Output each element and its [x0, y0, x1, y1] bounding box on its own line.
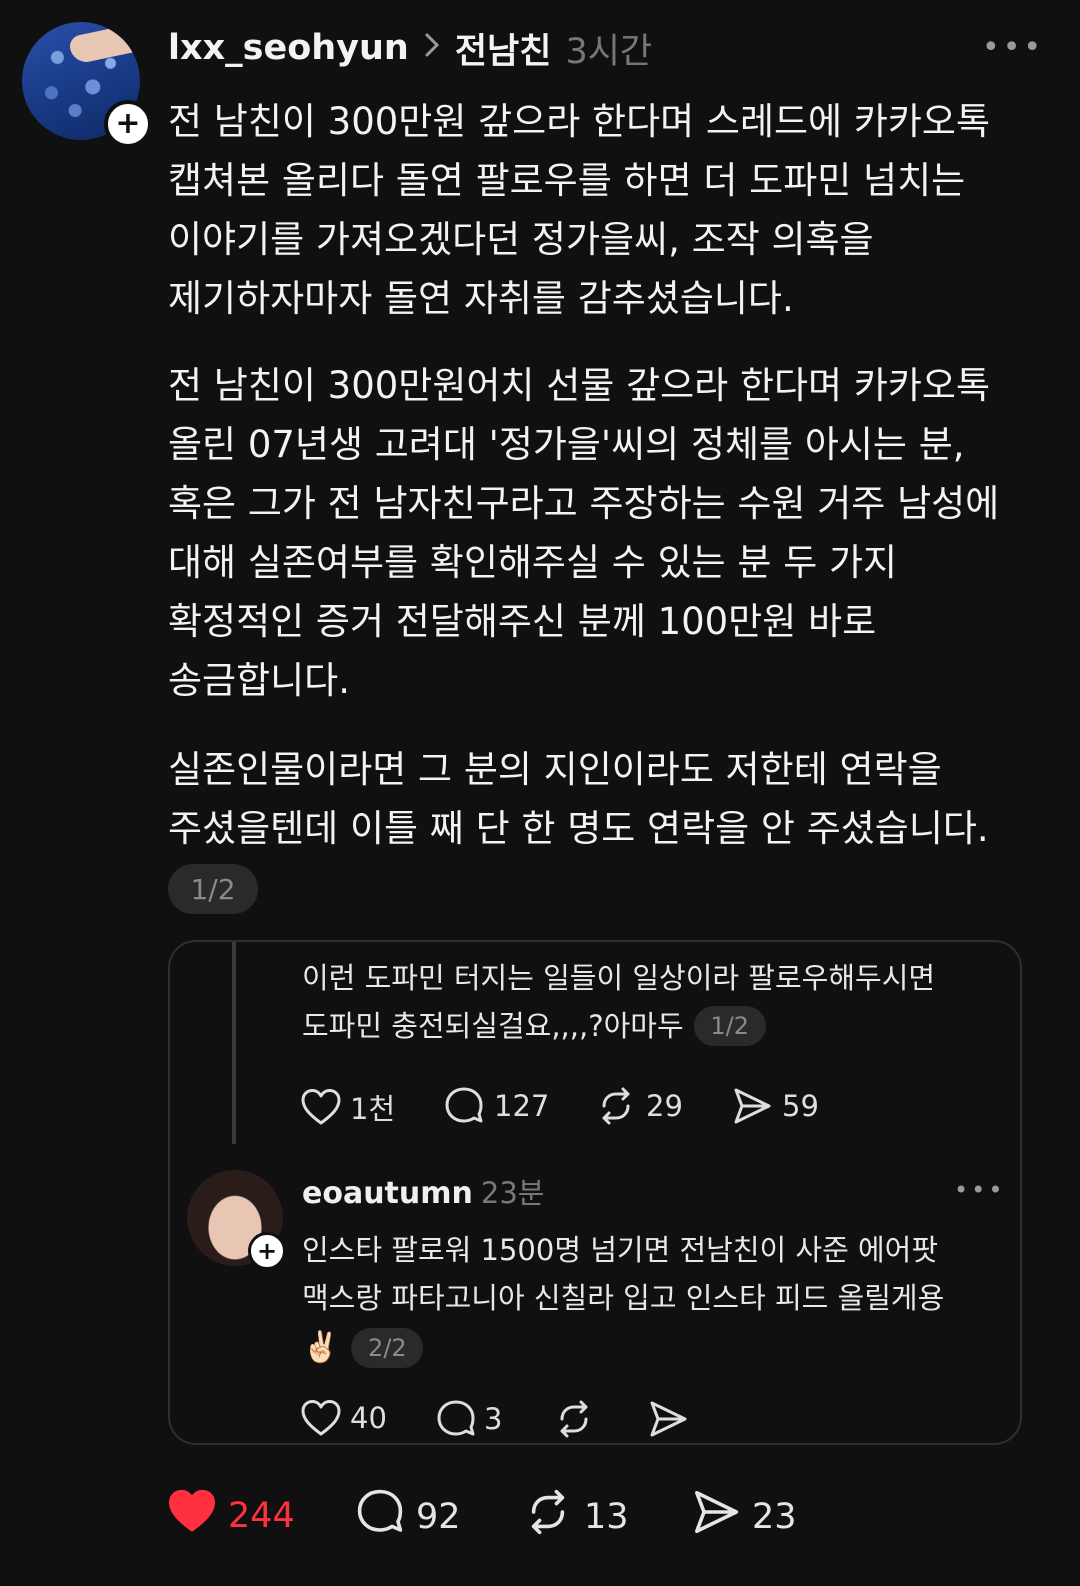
- text-line: 이야기를 가져오겠다던 정가을씨, 조작 의혹을: [168, 218, 874, 261]
- chevron-right-icon: [423, 32, 441, 65]
- comment-count: 92: [416, 1496, 461, 1537]
- reply-header: eoautumn 23분: [302, 1170, 544, 1212]
- heart-icon: [300, 1088, 342, 1126]
- text-line: 인스타 팔로워 1500명 넘기면 전남친이 사준 에어팟: [302, 1233, 939, 1267]
- send-icon: [692, 1488, 740, 1545]
- comment-icon: [436, 1399, 476, 1439]
- repost-count: 29: [646, 1089, 683, 1123]
- like-count: 1천: [350, 1092, 396, 1126]
- post-paragraph-1: 전 남친이 300만원 갚으라 한다며 스레드에 카카오톡 캡쳐본 올리다 돌연…: [168, 92, 1038, 328]
- topic-tag[interactable]: 전남친: [455, 23, 552, 74]
- repost-icon: [596, 1086, 636, 1126]
- text-line: 제기하자마자 돌연 자취를 감추셨습니다.: [168, 277, 794, 320]
- post-comment-button[interactable]: 92: [356, 1488, 461, 1545]
- reply-time: 23분: [480, 1176, 545, 1210]
- comment-icon: [444, 1086, 484, 1126]
- send-icon: [732, 1086, 772, 1126]
- quote-like-button[interactable]: 1천: [300, 1086, 395, 1128]
- repost-icon: [554, 1399, 594, 1439]
- quote-text: 이런 도파민 터지는 일들이 일상이라 팔로우해두시면 도파민 충전되실걸요,,…: [302, 954, 935, 1050]
- share-count: 23: [752, 1496, 797, 1537]
- post-header: lxx_seohyun 전남친 3시간: [168, 24, 652, 72]
- page-indicator: 1/2: [693, 1006, 766, 1046]
- text-line: 주셨을텐데 이틀 째 단 한 명도 연락을 안 주셨습니다.: [168, 807, 989, 850]
- text-line: 캡쳐본 올리다 돌연 팔로우를 하면 더 도파민 넘치는: [168, 159, 966, 202]
- quote-comment-button[interactable]: 127: [444, 1086, 549, 1126]
- thread-line: [232, 942, 236, 1144]
- comment-count: 127: [494, 1089, 550, 1123]
- like-count: 244: [228, 1495, 295, 1536]
- send-icon: [648, 1399, 688, 1439]
- reply-like-button[interactable]: 40: [300, 1399, 387, 1437]
- text-line: 대해 실존여부를 확인해주실 수 있는 분 두 가지: [168, 541, 898, 584]
- peace-emoji: ✌🏻: [302, 1330, 340, 1365]
- page-indicator: 1/2: [168, 864, 258, 914]
- more-options-icon[interactable]: •••: [982, 30, 1044, 65]
- reply-share-button[interactable]: [648, 1399, 688, 1439]
- follow-plus-icon[interactable]: +: [248, 1232, 286, 1270]
- text-line: 실존인물이라면 그 분의 지인이라도 저한테 연락을: [168, 748, 942, 791]
- quote-share-button[interactable]: 59: [732, 1086, 819, 1126]
- like-count: 40: [350, 1401, 387, 1435]
- text-line: 전 남친이 300만원어치 선물 갚으라 한다며 카카오톡: [168, 364, 990, 407]
- post-share-button[interactable]: 23: [692, 1488, 797, 1545]
- post-paragraph-3: 실존인물이라면 그 분의 지인이라도 저한테 연락을 주셨을텐데 이틀 째 단 …: [168, 740, 1038, 858]
- text-line: 도파민 충전되실걸요,,,,?아마두: [302, 1009, 684, 1043]
- reply-comment-button[interactable]: 3: [436, 1399, 502, 1439]
- post-paragraph-2: 전 남친이 300만원어치 선물 갚으라 한다며 카카오톡 올린 07년생 고려…: [168, 356, 1038, 710]
- text-line: 확정적인 증거 전달해주신 분께 100만원 바로: [168, 600, 877, 643]
- repost-count: 13: [584, 1496, 629, 1537]
- post-repost-button[interactable]: 13: [524, 1488, 629, 1545]
- reply-more-options-icon[interactable]: •••: [954, 1176, 1005, 1204]
- text-line: 혹은 그가 전 남자친구라고 주장하는 수원 거주 남성에: [168, 482, 1000, 525]
- reply-text: 인스타 팔로워 1500명 넘기면 전남친이 사준 에어팟 맥스랑 파타고니아 …: [302, 1226, 944, 1372]
- share-count: 59: [782, 1089, 819, 1123]
- text-line: 올린 07년생 고려대 '정가을'씨의 정체를 아시는 분,: [168, 423, 965, 466]
- text-line: 전 남친이 300만원 갚으라 한다며 스레드에 카카오톡: [168, 100, 990, 143]
- post-like-button[interactable]: 244: [166, 1488, 295, 1543]
- text-line: 송금합니다.: [168, 659, 350, 702]
- heart-filled-icon: [166, 1488, 218, 1543]
- comment-count: 3: [484, 1402, 503, 1436]
- post-time: 3시간: [565, 31, 653, 72]
- follow-plus-icon[interactable]: +: [104, 100, 152, 148]
- comment-icon: [356, 1488, 404, 1545]
- page-indicator: 2/2: [351, 1328, 424, 1368]
- heart-icon: [300, 1399, 342, 1437]
- text-line: 맥스랑 파타고니아 신칠라 입고 인스타 피드 올릴게용: [302, 1281, 945, 1315]
- quote-repost-button[interactable]: 29: [596, 1086, 683, 1126]
- repost-icon: [524, 1488, 572, 1545]
- reply-username[interactable]: eoautumn: [302, 1176, 473, 1211]
- author-username[interactable]: lxx_seohyun: [168, 28, 409, 68]
- reply-repost-button[interactable]: [554, 1399, 594, 1439]
- text-line: 이런 도파민 터지는 일들이 일상이라 팔로우해두시면: [302, 961, 936, 995]
